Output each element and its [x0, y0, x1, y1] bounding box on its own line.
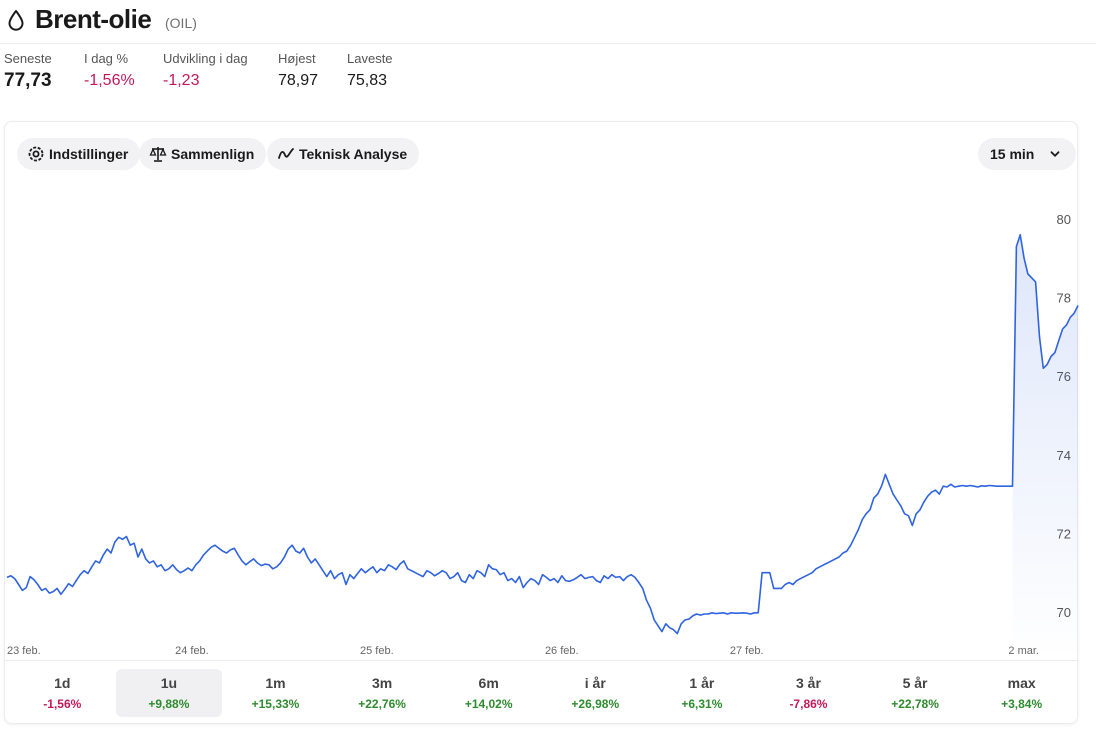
range-label: 1d — [54, 675, 71, 691]
range-button-3[interactable]: 3m +22,76% — [329, 669, 436, 717]
x-tick-label: 23 feb. — [7, 645, 41, 657]
range-label: 1 år — [689, 675, 715, 691]
range-change: -1,56% — [43, 697, 82, 711]
stat-label: Seneste — [4, 51, 52, 66]
trend-line-icon — [278, 148, 294, 159]
settings-button[interactable]: Indstillinger — [17, 138, 141, 170]
interval-value: 15 min — [990, 146, 1035, 162]
compare-button[interactable]: Sammenlign — [139, 138, 267, 170]
ticker-symbol: (OIL) — [165, 15, 197, 31]
droplet-icon — [8, 10, 24, 31]
change-today-value: -1,23 — [163, 72, 200, 89]
settings-label: Indstillinger — [49, 146, 129, 162]
page-title: Brent-olie — [35, 4, 152, 34]
range-button-5[interactable]: i år +26,98% — [542, 669, 649, 717]
scale-icon — [149, 147, 167, 162]
range-button-2[interactable]: 1m +15,33% — [222, 669, 329, 717]
stat-label: Laveste — [347, 51, 393, 66]
stat-high: Højest 78,97 — [278, 51, 318, 90]
price-line — [6, 233, 1079, 635]
range-change: +3,84% — [1001, 697, 1043, 711]
last-price: 77,73 — [4, 70, 52, 91]
time-range-bar: 1d -1,56% 1u +9,88% 1m +15,33% 3m +22,76% 6m +14,… — [5, 660, 1079, 724]
range-label: 3 år — [795, 675, 821, 691]
technical-analysis-button[interactable]: Teknisk Analyse — [267, 138, 420, 170]
range-button-6[interactable]: 1 år +6,31% — [649, 669, 756, 717]
today-pct-value: -1,56% — [84, 72, 135, 89]
range-label: 1m — [265, 675, 286, 691]
range-label: 3m — [371, 675, 393, 691]
chevron-down-icon — [1050, 151, 1060, 157]
range-label: 5 år — [902, 675, 928, 691]
stat-last: Seneste 77,73 — [4, 51, 52, 92]
high-value: 78,97 — [278, 72, 319, 89]
range-change: +9,88% — [148, 697, 190, 711]
range-change: +22,78% — [891, 697, 939, 711]
range-button-7[interactable]: 3 år -7,86% — [755, 669, 862, 717]
x-tick-label: 25 feb. — [360, 645, 394, 657]
y-tick-label: 80 — [1057, 212, 1071, 227]
range-change: +15,33% — [251, 697, 300, 711]
range-change: +6,31% — [681, 697, 723, 711]
page-header: Brent-olie (OIL) — [0, 0, 1096, 44]
x-tick-label: 24 feb. — [175, 645, 209, 657]
range-label: 6m — [478, 675, 499, 691]
compare-label: Sammenlign — [171, 146, 255, 162]
chart-card: Indstillinger Sammenlign Teknisk Analyse… — [4, 121, 1079, 724]
stat-label: Højest — [278, 51, 316, 66]
range-button-1[interactable]: 1u +9,88% — [115, 669, 223, 717]
range-label: max — [1007, 675, 1036, 691]
range-label: i år — [584, 675, 606, 691]
range-change: -7,86% — [789, 697, 828, 711]
technical-analysis-label: Teknisk Analyse — [299, 146, 408, 162]
stat-label: I dag % — [84, 51, 129, 66]
range-change: +14,02% — [464, 697, 513, 711]
stat-label: Udvikling i dag — [163, 51, 248, 66]
x-tick-label: 26 feb. — [545, 645, 579, 657]
range-button-9[interactable]: max +3,84% — [968, 669, 1075, 717]
range-button-0[interactable]: 1d -1,56% — [9, 669, 116, 717]
x-tick-label: 27 feb. — [730, 645, 764, 657]
range-label: 1u — [160, 675, 178, 691]
gear-icon — [28, 146, 44, 162]
stat-low: Laveste 75,83 — [347, 51, 393, 90]
stat-change-today: Udvikling i dag -1,23 — [163, 51, 248, 90]
stat-today-pct: I dag % -1,56% — [84, 51, 135, 90]
range-change: +26,98% — [571, 697, 620, 711]
range-button-8[interactable]: 5 år +22,78% — [862, 669, 969, 717]
y-tick-label: 78 — [1057, 291, 1071, 306]
interval-select[interactable]: 15 min — [978, 138, 1077, 170]
price-chart[interactable]: 807876747270 23 feb.24 feb.25 feb.26 feb… — [5, 182, 1079, 660]
low-value: 75,83 — [347, 72, 388, 89]
range-button-4[interactable]: 6m +14,02% — [435, 669, 542, 717]
range-change: +22,76% — [358, 697, 406, 711]
